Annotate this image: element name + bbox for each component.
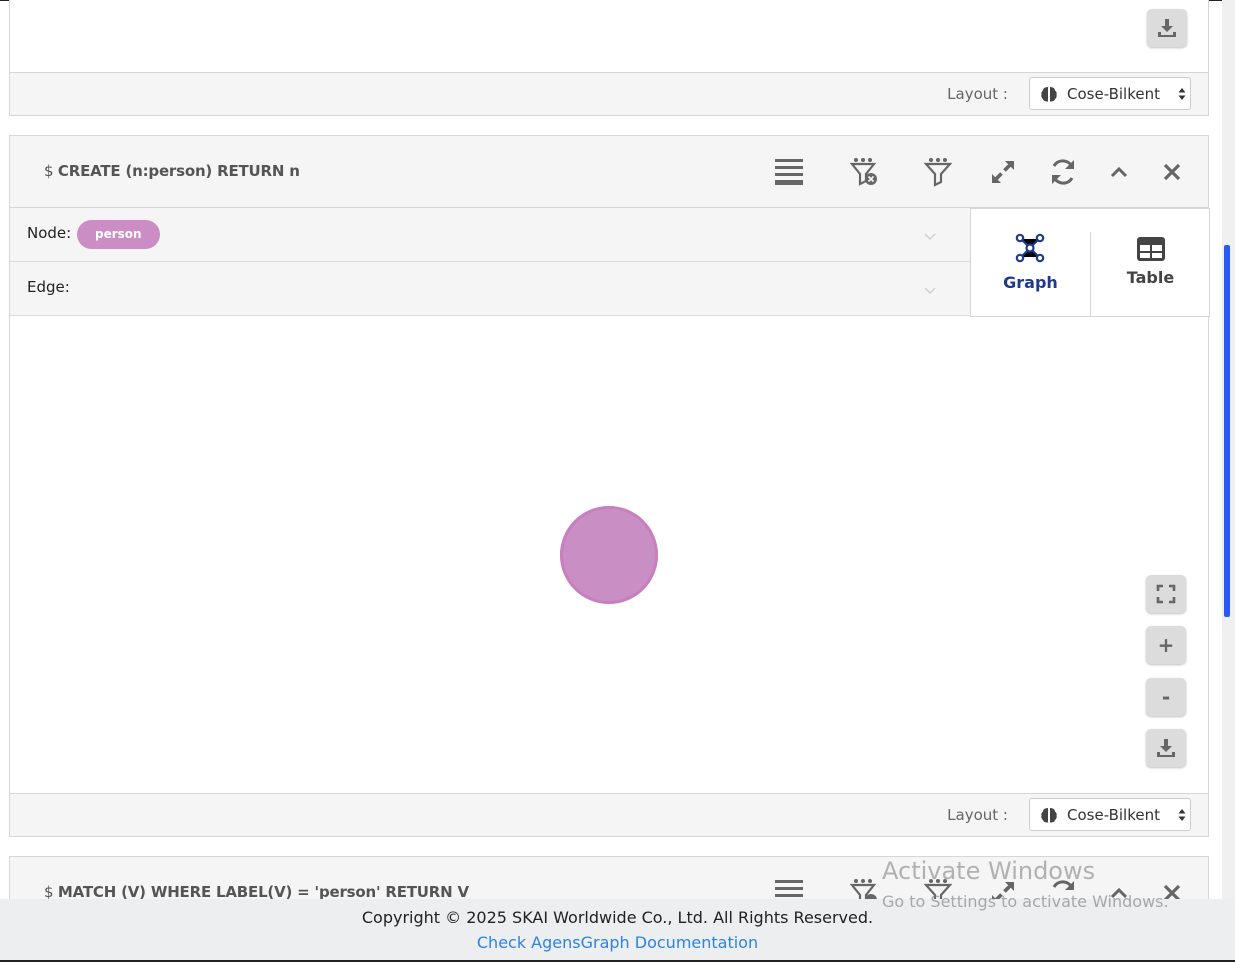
download-button[interactable] <box>1147 9 1187 47</box>
minus-icon: - <box>1161 685 1171 709</box>
filter-clear-icon <box>850 158 877 186</box>
layout-select[interactable]: Cose-Bilkent <box>1029 77 1191 110</box>
result-card: $ CREATE (n:person) RETURN n Node: perso… <box>9 135 1210 837</box>
graph-view-button[interactable]: Graph <box>971 209 1090 316</box>
node-filter-row: Node: person <box>10 208 970 262</box>
chevron-down-icon[interactable] <box>924 226 936 245</box>
layout-select[interactable]: Cose-Bilkent <box>1029 798 1191 831</box>
layout-bar: Layout : Cose-Bilkent <box>10 72 1208 115</box>
refresh-button[interactable] <box>1043 152 1083 192</box>
windows-watermark-title: Activate Windows <box>882 857 1096 885</box>
layout-value: Cose-Bilkent <box>1067 84 1160 103</box>
filter-icon <box>924 158 952 187</box>
close-icon <box>1163 163 1181 181</box>
query-text: $ CREATE (n:person) RETURN n <box>44 162 300 180</box>
chevron-down-icon[interactable] <box>924 280 936 299</box>
chevron-up-icon <box>1110 166 1128 178</box>
graph-icon <box>1015 233 1045 263</box>
edge-filter-row: Edge: <box>10 262 970 316</box>
graph-view-label: Graph <box>1003 273 1058 292</box>
expand-icon <box>992 161 1014 183</box>
query-prefix: $ <box>44 162 54 180</box>
download-icon <box>1157 739 1175 757</box>
zoom-in-button[interactable]: + <box>1146 626 1186 664</box>
zoom-out-button[interactable]: - <box>1146 678 1186 716</box>
layout-label: Layout : <box>947 806 1008 824</box>
layout-value: Cose-Bilkent <box>1067 805 1160 824</box>
collapse-button[interactable] <box>1099 152 1139 192</box>
graph-node-person[interactable] <box>560 506 658 604</box>
fit-screen-button[interactable] <box>1146 575 1186 613</box>
expand-button[interactable] <box>983 152 1023 192</box>
brain-icon <box>1040 85 1058 103</box>
layout-label: Layout : <box>947 85 1008 103</box>
clear-filter-button[interactable] <box>844 152 884 192</box>
brain-icon <box>1040 806 1058 824</box>
table-icon <box>1137 237 1165 261</box>
table-view-label: Table <box>1126 268 1175 287</box>
close-button[interactable] <box>1152 152 1192 192</box>
filter-button[interactable] <box>918 152 958 192</box>
refresh-icon <box>1052 159 1074 185</box>
edge-filter-label: Edge: <box>27 278 70 296</box>
fullscreen-icon <box>1156 584 1176 604</box>
query-string: CREATE (n:person) RETURN n <box>57 162 300 180</box>
download-button[interactable] <box>1146 729 1186 767</box>
plus-icon: + <box>1157 633 1175 657</box>
previous-result-card: Layout : Cose-Bilkent <box>9 0 1209 116</box>
windows-watermark-subtitle: Go to Settings to activate Windows. <box>882 892 1169 911</box>
layout-bar: Layout : Cose-Bilkent <box>10 793 1208 836</box>
documentation-link[interactable]: Check AgensGraph Documentation <box>0 933 1235 952</box>
node-label-pill[interactable]: person <box>77 220 160 249</box>
view-toggle: Graph Table <box>970 208 1210 317</box>
sort-icon <box>1178 87 1186 101</box>
node-filter-label: Node: <box>27 224 72 242</box>
card-header: $ CREATE (n:person) RETURN n <box>10 136 1208 208</box>
list-icon <box>775 159 803 185</box>
table-view-button[interactable]: Table <box>1091 209 1210 316</box>
list-button[interactable] <box>769 152 809 192</box>
sort-icon <box>1178 808 1186 822</box>
download-icon <box>1158 19 1176 37</box>
scrollbar-thumb[interactable] <box>1224 245 1230 617</box>
